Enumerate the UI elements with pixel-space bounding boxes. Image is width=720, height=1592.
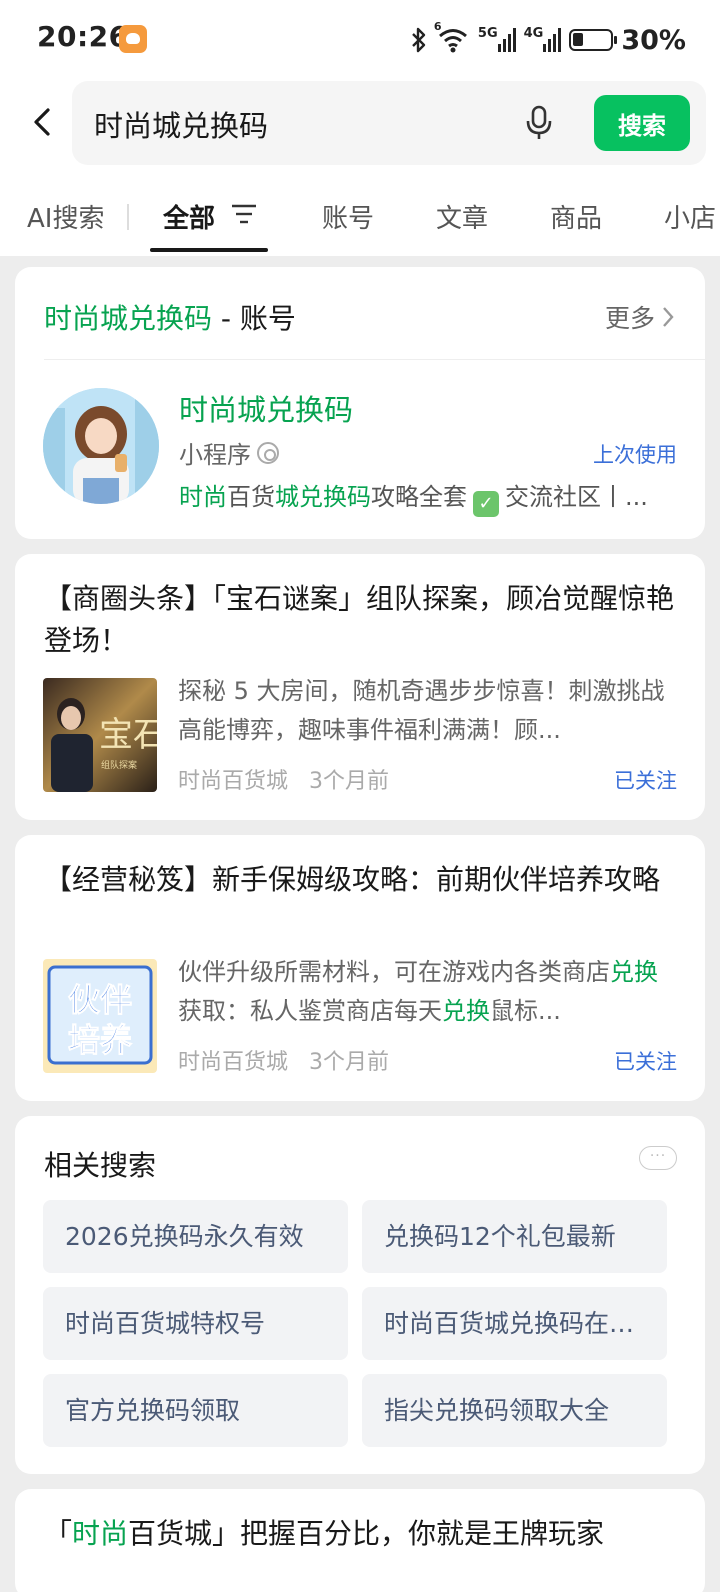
desc-keyword: 城兑换码 bbox=[275, 483, 371, 511]
article-meta: 时尚百货城 3个月前 bbox=[178, 1044, 389, 1076]
related-search-chip[interactable]: 时尚百货城特权号 bbox=[43, 1287, 348, 1360]
signal-4g: 4G bbox=[523, 26, 562, 52]
related-search-chip[interactable]: 2026兑换码永久有效 bbox=[43, 1200, 348, 1273]
thumb-line2: 培养 bbox=[68, 1021, 132, 1059]
summary-text: 伙伴升级所需材料，可在游戏内各类商店 bbox=[178, 958, 610, 986]
bluetooth-icon bbox=[412, 27, 426, 53]
status-bar: 20:26 6 5G 4G 30% bbox=[0, 0, 720, 80]
summary-keyword: 兑换 bbox=[610, 958, 658, 986]
related-search-chip[interactable]: 指尖兑换码领取大全 bbox=[362, 1374, 667, 1447]
summary-text: 鼠标... bbox=[490, 997, 561, 1025]
check-mark-icon: ✓ bbox=[473, 491, 499, 517]
thumb-line1: 伙伴 bbox=[68, 981, 132, 1019]
tab-all[interactable]: 全部 bbox=[163, 198, 215, 235]
article-title: 【商圈头条】「宝石谜案」组队探案，顾冶觉醒惊艳登场！ bbox=[44, 582, 675, 657]
status-time: 20:26 bbox=[37, 20, 129, 53]
summary-keyword: 兑换 bbox=[442, 997, 490, 1025]
title-keyword: 时尚 bbox=[72, 1517, 129, 1550]
network-4g-label: 4G bbox=[523, 26, 544, 41]
wifi-6-label: 6 bbox=[433, 20, 442, 33]
thumb-title: 宝石 bbox=[99, 715, 157, 755]
signal-5g: 5G bbox=[477, 26, 516, 52]
article-summary: 伙伴升级所需材料，可在游戏内各类商店兑换获取：私人鉴赏商店每天兑换鼠标... bbox=[178, 953, 678, 1031]
account-section-suffix: - 账号 bbox=[212, 302, 296, 335]
avatar bbox=[43, 388, 159, 504]
notification-app-icon bbox=[119, 25, 147, 53]
mini-program-description: 时尚百货城兑换码攻略全套 ✓ 交流社区丨... bbox=[179, 477, 679, 517]
microphone-icon[interactable] bbox=[524, 105, 554, 141]
wifi-icon: 6 bbox=[434, 20, 470, 54]
more-accounts-link[interactable]: 更多 bbox=[605, 299, 675, 335]
more-options-icon[interactable]: ··· bbox=[639, 1146, 677, 1170]
tab-products[interactable]: 商品 bbox=[550, 198, 602, 235]
tab-accounts[interactable]: 账号 bbox=[322, 198, 374, 235]
top-bar: 20:26 6 5G 4G 30% 时尚城兑换码 搜索 AI搜索 全部 账号 文… bbox=[0, 0, 720, 256]
article-source: 时尚百货城 bbox=[178, 1050, 289, 1075]
summary-text: 获取：私人鉴赏商店每天 bbox=[178, 997, 442, 1025]
article-card[interactable]: 【商圈头条】「宝石谜案」组队探案，顾冶觉醒惊艳登场！ 宝石 组队探案 探秘 5 … bbox=[15, 554, 705, 820]
related-search-chip[interactable]: 时尚百货城兑换码在线领取 bbox=[362, 1287, 667, 1360]
battery-icon bbox=[569, 29, 618, 51]
search-bar[interactable]: 时尚城兑换码 搜索 bbox=[72, 81, 706, 165]
article-card[interactable]: 【经营秘笈】新手保姆级攻略：前期伙伴培养攻略 伙伴 培养 伙伴升级所需材料，可在… bbox=[15, 835, 705, 1101]
desc-text: 交流社区丨... bbox=[505, 483, 648, 511]
article-time: 3个月前 bbox=[309, 769, 390, 794]
search-button[interactable]: 搜索 bbox=[594, 95, 690, 151]
article-summary: 探秘 5 大房间，随机奇遇步步惊喜！刺激挑战高能博弈，趣味事件福利满满！顾... bbox=[178, 677, 665, 744]
account-result-card: 时尚城兑换码 - 账号 更多 时尚城兑换码 小程序 上次使用 时尚百货城兑换码攻… bbox=[15, 267, 705, 539]
search-input[interactable]: 时尚城兑换码 bbox=[94, 103, 268, 145]
title-quote: 「 bbox=[44, 1517, 73, 1550]
battery-percent: 30% bbox=[621, 24, 686, 56]
tab-divider bbox=[127, 204, 129, 230]
last-used-badge: 上次使用 bbox=[593, 443, 677, 467]
signal-bars-icon bbox=[497, 28, 516, 52]
article-meta: 时尚百货城 3个月前 bbox=[178, 763, 389, 795]
account-section-title: 时尚城兑换码 - 账号 bbox=[44, 297, 296, 337]
related-search-chip[interactable]: 官方兑换码领取 bbox=[43, 1374, 348, 1447]
status-icons: 6 5G 4G 30% bbox=[410, 20, 686, 58]
mini-program-icon bbox=[257, 441, 279, 464]
related-searches-title: 相关搜索 bbox=[44, 1149, 157, 1182]
active-tab-indicator bbox=[150, 248, 268, 252]
chevron-right-icon bbox=[663, 307, 674, 327]
back-arrow-icon[interactable] bbox=[24, 102, 64, 142]
network-5g-label: 5G bbox=[477, 26, 498, 41]
article-thumbnail: 宝石 组队探案 bbox=[43, 678, 157, 792]
mini-program-result[interactable]: 时尚城兑换码 小程序 上次使用 时尚百货城兑换码攻略全套 ✓ 交流社区丨... bbox=[15, 360, 705, 539]
mini-program-type: 小程序 bbox=[179, 435, 279, 470]
signal-bars-icon bbox=[543, 28, 562, 52]
article-title: 「时尚百货城」把握百分比，你就是王牌玩家 bbox=[44, 1513, 678, 1555]
tab-articles[interactable]: 文章 bbox=[436, 198, 488, 235]
followed-badge: 已关注 bbox=[614, 1050, 677, 1074]
desc-text: 百货 bbox=[227, 483, 275, 511]
article-source: 时尚百货城 bbox=[178, 769, 289, 794]
desc-text: 攻略全套 bbox=[371, 483, 467, 511]
account-section-keyword: 时尚城兑换码 bbox=[44, 302, 213, 335]
article-title: 【经营秘笈】新手保姆级攻略：前期伙伴培养攻略 bbox=[44, 863, 661, 896]
thumb-subtitle: 组队探案 bbox=[101, 759, 137, 771]
followed-badge: 已关注 bbox=[614, 769, 677, 793]
article-thumbnail: 伙伴 培养 bbox=[43, 959, 157, 1073]
filter-icon[interactable] bbox=[231, 202, 257, 226]
search-tabs: AI搜索 全部 账号 文章 商品 小店 bbox=[0, 186, 720, 252]
mini-program-name: 时尚城兑换码 bbox=[179, 393, 354, 427]
related-searches-card: 相关搜索 ··· 2026兑换码永久有效 兑换码12个礼包最新 时尚百货城特权号… bbox=[15, 1116, 705, 1474]
article-card[interactable]: 「时尚百货城」把握百分比，你就是王牌玩家 bbox=[15, 1489, 705, 1592]
related-search-chip[interactable]: 兑换码12个礼包最新 bbox=[362, 1200, 667, 1273]
tab-ai-search[interactable]: AI搜索 bbox=[27, 198, 104, 235]
desc-keyword: 时尚 bbox=[179, 483, 227, 511]
title-text: 百货城」把握百分比，你就是王牌玩家 bbox=[128, 1517, 605, 1550]
tab-shops[interactable]: 小店 bbox=[664, 198, 716, 235]
more-label: 更多 bbox=[604, 304, 655, 333]
mini-program-type-label: 小程序 bbox=[179, 441, 251, 469]
article-time: 3个月前 bbox=[309, 1050, 390, 1075]
